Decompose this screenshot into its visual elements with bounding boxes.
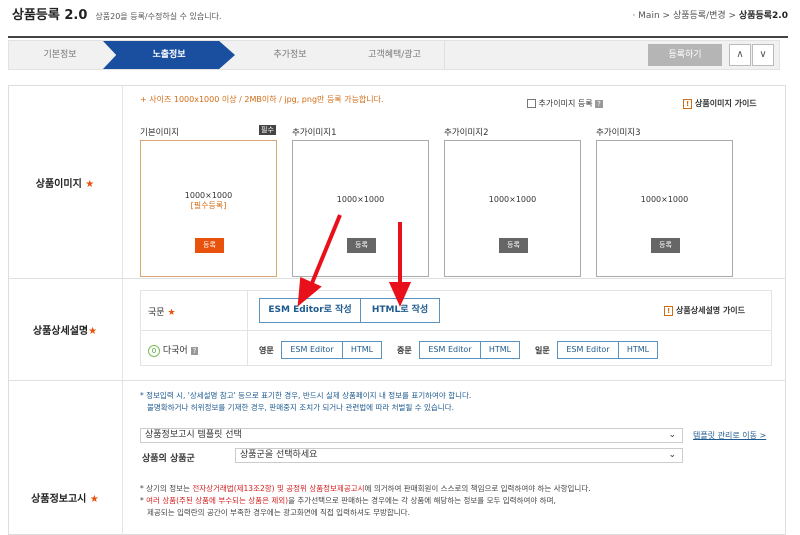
- note-line: * 정보입력 시, '상세설명 참고' 등으로 표기한 경우, 반드시 실제 상…: [140, 391, 472, 400]
- select-value: 상품군을 선택하세요: [240, 450, 318, 460]
- chevron-down-icon: ⌄: [668, 450, 676, 460]
- red-arrow-icon: [388, 222, 412, 307]
- info-section-label: 상품정보고시 ★: [8, 490, 122, 505]
- template-manage-link[interactable]: 템플릿 관리로 이동 >: [693, 430, 766, 441]
- text: 전자상거래법(제13조2항) 및 공정위 상품정보제공고시: [192, 484, 365, 493]
- note-line: 불명확하거나 허위정보를 기재한 경우, 판매중지 조치가 되거나 관련법에 따…: [147, 403, 454, 412]
- info-notice: * 정보입력 시, '상세설명 참고' 등으로 표기한 경우, 반드시 실제 상…: [140, 390, 471, 414]
- red-arrow-icon: [297, 214, 342, 307]
- required-star-icon: ★: [89, 494, 99, 505]
- legal-notice: * 상기의 정보는 전자상거래법(제13조2항) 및 공정위 상품정보제공고시에…: [140, 483, 591, 519]
- text: * 상기의 정보는: [140, 484, 193, 493]
- select-value: 상품정보고시 템플릿 선택: [145, 430, 242, 440]
- note-line: * 상기의 정보는 전자상거래법(제13조2항) 및 공정위 상품정보제공고시에…: [140, 483, 591, 495]
- note-line: * 여러 상품(주된 상품에 부수되는 상품은 제외)을 추가선택으로 판매하는…: [140, 495, 591, 507]
- label-text: 상품정보고시: [31, 494, 87, 505]
- product-group-select[interactable]: 상품군을 선택하세요 ⌄: [235, 448, 683, 463]
- text: 에 의거하여 판매회원이 스스로의 책임으로 입력하여야 하는 사항입니다.: [364, 484, 591, 493]
- text: 여러 상품(주된 상품에 부수되는 상품은 제외): [146, 496, 289, 505]
- note-line: 제공되는 입력란의 공간이 부족한 경우에는 광고화면에 직접 입력하셔도 무방…: [147, 508, 410, 517]
- template-select[interactable]: 상품정보고시 템플릿 선택 ⌄: [140, 428, 683, 443]
- group-label: 상품의 상품군: [142, 454, 195, 464]
- text: 을 추가선택으로 판매하는 경우에는 각 상품에 해당하는 정보를 모두 입력하…: [288, 496, 556, 505]
- chevron-down-icon: ⌄: [668, 430, 676, 440]
